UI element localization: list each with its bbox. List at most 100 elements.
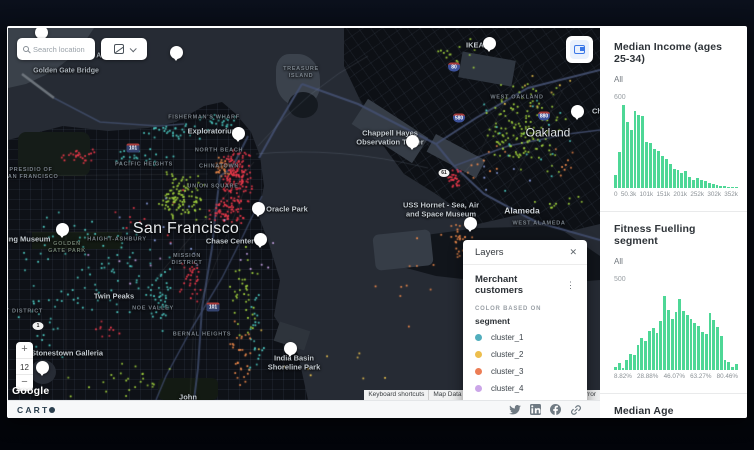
histogram-bar[interactable] (641, 116, 644, 188)
histogram-bar[interactable] (692, 180, 695, 188)
zoom-in-button[interactable]: + (16, 342, 33, 358)
histogram-bar[interactable] (680, 173, 683, 188)
histogram-bar[interactable] (637, 345, 640, 370)
poi-marker[interactable] (35, 28, 48, 39)
histogram-bar[interactable] (684, 171, 687, 189)
histogram-bar[interactable] (704, 181, 707, 188)
histogram-bar[interactable] (644, 341, 647, 370)
histogram-bar[interactable] (657, 151, 660, 188)
facebook-icon[interactable] (550, 404, 561, 415)
poi-marker[interactable] (483, 37, 496, 50)
histogram-bar[interactable] (696, 178, 699, 188)
histogram-bar[interactable] (663, 296, 666, 370)
histogram-bar[interactable] (667, 310, 670, 370)
histogram-bar[interactable] (712, 184, 715, 188)
histogram-bar[interactable] (665, 159, 668, 188)
basemap-selector-button[interactable] (101, 38, 147, 60)
histogram-fitness-fuelling[interactable] (614, 286, 738, 370)
histogram-bar[interactable] (622, 105, 625, 188)
search-input[interactable] (33, 45, 89, 54)
histogram-bar[interactable] (686, 315, 689, 370)
cluster-legend-row[interactable]: cluster_1 (475, 332, 575, 343)
histogram-bar[interactable] (716, 185, 719, 188)
histogram-median-income[interactable] (614, 104, 738, 188)
histogram-bar[interactable] (630, 130, 633, 188)
histogram-bar[interactable] (693, 323, 696, 370)
kebab-menu-icon[interactable]: ⋮ (566, 280, 575, 291)
histogram-bar[interactable] (727, 362, 730, 370)
histogram-bar[interactable] (622, 368, 625, 370)
histogram-bar[interactable] (669, 164, 672, 188)
histogram-bar[interactable] (629, 354, 632, 370)
twitter-icon[interactable] (509, 405, 521, 415)
attribution-link[interactable]: Keyboard shortcuts (364, 390, 428, 400)
histogram-bar[interactable] (671, 319, 674, 370)
histogram-bar[interactable] (656, 333, 659, 370)
poi-marker[interactable] (170, 46, 183, 59)
histogram-bar[interactable] (649, 143, 652, 189)
histogram-bar[interactable] (618, 363, 621, 370)
histogram-bar[interactable] (735, 364, 738, 370)
map[interactable]: 10110180880580611 Golden Gate BridgeAlca… (8, 28, 600, 400)
histogram-bar[interactable] (653, 149, 656, 188)
widget-median-age: Median Age All 700 (614, 405, 738, 416)
histogram-bar[interactable] (661, 156, 664, 188)
cluster-legend-row[interactable]: cluster_4 (475, 383, 575, 394)
histogram-bar[interactable] (625, 360, 628, 370)
histogram-bar[interactable] (700, 180, 703, 188)
histogram-bar[interactable] (675, 312, 678, 370)
widgets-toggle-button[interactable] (566, 36, 593, 63)
poi-marker[interactable] (284, 342, 297, 355)
histogram-bar[interactable] (640, 338, 643, 370)
link-icon[interactable] (570, 404, 582, 416)
histogram-bar[interactable] (697, 326, 700, 370)
histogram-bar[interactable] (712, 320, 715, 370)
poi-marker[interactable] (406, 135, 419, 148)
histogram-bar[interactable] (720, 336, 723, 370)
histogram-bar[interactable] (673, 169, 676, 188)
poi-marker[interactable] (571, 105, 584, 118)
histogram-bar[interactable] (735, 187, 738, 188)
histogram-bar[interactable] (614, 367, 617, 370)
histogram-bar[interactable] (708, 183, 711, 188)
poi-marker[interactable] (56, 223, 69, 236)
histogram-bar[interactable] (659, 321, 662, 370)
histogram-bar[interactable] (626, 122, 629, 188)
histogram-bar[interactable] (634, 111, 637, 188)
histogram-bar[interactable] (688, 177, 691, 188)
linkedin-icon[interactable] (530, 404, 541, 415)
histogram-bar[interactable] (645, 142, 648, 188)
histogram-bar[interactable] (677, 170, 680, 188)
histogram-bar[interactable] (701, 332, 704, 370)
histogram-bar[interactable] (705, 334, 708, 370)
poi-marker[interactable] (252, 202, 265, 215)
histogram-bar[interactable] (723, 186, 726, 188)
close-icon[interactable]: ✕ (569, 247, 577, 258)
histogram-bar[interactable] (727, 187, 730, 188)
poi-marker[interactable] (232, 127, 245, 140)
histogram-bar[interactable] (652, 328, 655, 370)
poi-marker[interactable] (254, 233, 267, 246)
cluster-legend-row[interactable]: cluster_3 (475, 366, 575, 377)
histogram-bar[interactable] (614, 175, 617, 188)
histogram-bar[interactable] (637, 115, 640, 189)
carto-logo-text: CART (17, 405, 49, 415)
histogram-bar[interactable] (731, 187, 734, 188)
histogram-bar[interactable] (682, 311, 685, 370)
google-logo[interactable]: Google (12, 385, 49, 397)
histogram-bar[interactable] (719, 186, 722, 188)
histogram-bar[interactable] (731, 367, 734, 370)
histogram-bar[interactable] (633, 355, 636, 370)
histogram-bar[interactable] (724, 360, 727, 370)
cluster-legend-row[interactable]: cluster_2 (475, 349, 575, 360)
histogram-bar[interactable] (618, 152, 621, 188)
poi-marker[interactable] (464, 217, 477, 230)
carto-logo-dot (49, 407, 55, 413)
histogram-bar[interactable] (648, 331, 651, 370)
histogram-bar[interactable] (716, 327, 719, 370)
carto-logo[interactable]: CART (17, 405, 55, 415)
histogram-bar[interactable] (690, 319, 693, 370)
poi-marker[interactable] (36, 361, 49, 374)
histogram-bar[interactable] (678, 299, 681, 370)
histogram-bar[interactable] (709, 313, 712, 370)
